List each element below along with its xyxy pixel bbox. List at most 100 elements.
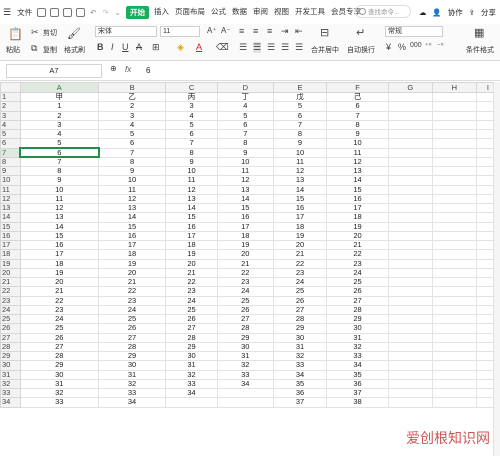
tab-4[interactable]: 数据 <box>229 6 250 19</box>
cell-D8[interactable]: 10 <box>216 156 274 168</box>
cell-A9[interactable]: 8 <box>19 165 100 177</box>
cell-G24[interactable] <box>387 304 433 316</box>
merge-center-button[interactable]: 合并居中 <box>311 45 339 55</box>
row-header[interactable]: 11 <box>0 184 21 195</box>
copy-icon[interactable]: ⧉ <box>31 43 37 54</box>
align-top-icon[interactable]: ≡ <box>239 26 244 36</box>
percent-icon[interactable]: % <box>398 42 406 52</box>
row-header[interactable]: 1 <box>0 91 21 103</box>
cell-G34[interactable] <box>387 397 433 408</box>
cell-C27[interactable]: 28 <box>165 332 218 343</box>
cell-B15[interactable]: 15 <box>98 221 167 232</box>
cell-F7[interactable]: 11 <box>326 147 389 158</box>
fill-color-icon[interactable]: ◈ <box>177 42 184 53</box>
cell-F4[interactable]: 8 <box>326 119 389 131</box>
column-header-H[interactable]: H <box>431 82 477 93</box>
cell-H33[interactable] <box>431 387 477 399</box>
cell-C19[interactable]: 20 <box>165 258 218 269</box>
cell-A34[interactable]: 33 <box>19 397 100 408</box>
format-painter-icon[interactable]: 🖌 <box>67 27 81 40</box>
row-header[interactable]: 6 <box>0 138 21 149</box>
cell-D16[interactable]: 18 <box>216 230 274 242</box>
cell-C34[interactable] <box>165 397 218 408</box>
cell-H28[interactable] <box>431 341 477 353</box>
cell-A1[interactable]: 甲 <box>19 91 100 103</box>
font-name-select[interactable]: 宋体 <box>95 26 157 37</box>
bold-icon[interactable]: B <box>97 42 104 52</box>
cell-B27[interactable]: 27 <box>98 332 167 343</box>
cell-A15[interactable]: 14 <box>19 221 100 232</box>
cell-F34[interactable]: 38 <box>326 397 389 408</box>
cell-E2[interactable]: 5 <box>272 101 328 112</box>
cell-C6[interactable]: 7 <box>165 138 218 149</box>
cell-C30[interactable]: 31 <box>165 360 218 371</box>
cell-B26[interactable]: 26 <box>98 323 167 334</box>
strikethrough-icon[interactable]: A <box>136 42 142 52</box>
fx-icon[interactable]: fx <box>125 65 131 74</box>
cell-F17[interactable]: 21 <box>326 239 389 251</box>
cell-D32[interactable]: 34 <box>216 378 274 390</box>
cell-G32[interactable] <box>387 378 433 390</box>
cell-H1[interactable] <box>431 91 477 103</box>
cell-E5[interactable]: 8 <box>272 128 328 140</box>
cell-B8[interactable]: 8 <box>98 156 167 168</box>
column-header-B[interactable]: B <box>98 82 167 93</box>
underline-icon[interactable]: U <box>122 42 129 52</box>
cell-A31[interactable]: 30 <box>19 369 100 380</box>
cell-A19[interactable]: 18 <box>19 258 100 269</box>
cell-D30[interactable]: 32 <box>216 360 274 371</box>
copy-button[interactable]: 复制 <box>43 45 57 55</box>
row-header[interactable]: 15 <box>0 221 21 232</box>
row-header[interactable]: 14 <box>0 212 21 223</box>
cell-A17[interactable]: 16 <box>19 239 100 251</box>
cell-F21[interactable]: 25 <box>326 276 389 288</box>
cell-E15[interactable]: 18 <box>272 221 328 232</box>
cell-H8[interactable] <box>431 156 477 168</box>
increase-font-icon[interactable]: A⁺ <box>207 26 217 35</box>
cell-D10[interactable]: 12 <box>216 175 274 186</box>
clear-format-icon[interactable]: ⌫ <box>216 42 229 53</box>
cell-A33[interactable]: 32 <box>19 387 100 399</box>
cell-A29[interactable]: 28 <box>19 350 100 362</box>
cell-E27[interactable]: 30 <box>272 332 328 343</box>
cell-A24[interactable]: 23 <box>19 304 100 316</box>
cell-A22[interactable]: 21 <box>19 286 100 297</box>
decrease-decimal-icon[interactable]: ⁻⁰ <box>437 42 444 50</box>
cell-G3[interactable] <box>387 110 433 121</box>
cell-C20[interactable]: 21 <box>165 267 218 279</box>
cell-E19[interactable]: 22 <box>272 258 328 269</box>
cell-C9[interactable]: 10 <box>165 165 218 177</box>
paste-button[interactable]: 粘贴 <box>6 45 20 55</box>
cell-F32[interactable]: 36 <box>326 378 389 390</box>
cell-F10[interactable]: 14 <box>326 175 389 186</box>
cell-A18[interactable]: 17 <box>19 249 100 260</box>
cell-H18[interactable] <box>431 249 477 260</box>
cell-E31[interactable]: 34 <box>272 369 328 380</box>
cell-E10[interactable]: 13 <box>272 175 328 186</box>
format-painter-button[interactable]: 格式刷 <box>64 45 85 55</box>
cell-E8[interactable]: 11 <box>272 156 328 168</box>
cell-H16[interactable] <box>431 230 477 242</box>
cell-C15[interactable]: 16 <box>165 221 218 232</box>
cell-G6[interactable] <box>387 138 433 149</box>
cell-F22[interactable]: 26 <box>326 286 389 297</box>
cell-G25[interactable] <box>387 313 433 325</box>
cell-H6[interactable] <box>431 138 477 149</box>
cell-H26[interactable] <box>431 323 477 334</box>
cell-H4[interactable] <box>431 119 477 131</box>
cell-G29[interactable] <box>387 350 433 362</box>
cell-E7[interactable]: 10 <box>272 147 328 158</box>
cell-F16[interactable]: 20 <box>326 230 389 242</box>
cut-button[interactable]: 剪切 <box>43 28 57 38</box>
outdent-icon[interactable]: ⇤ <box>295 26 303 37</box>
cell-C14[interactable]: 15 <box>165 212 218 223</box>
cell-H14[interactable] <box>431 212 477 223</box>
cell-B1[interactable]: 乙 <box>98 91 167 103</box>
font-color-icon[interactable]: A <box>196 42 202 52</box>
cell-A13[interactable]: 12 <box>19 202 100 214</box>
cut-icon[interactable]: ✂ <box>31 27 39 38</box>
cell-H19[interactable] <box>431 258 477 269</box>
column-header-A[interactable]: A <box>19 82 100 93</box>
cell-E33[interactable]: 36 <box>272 387 328 399</box>
cell-D29[interactable]: 31 <box>216 350 274 362</box>
